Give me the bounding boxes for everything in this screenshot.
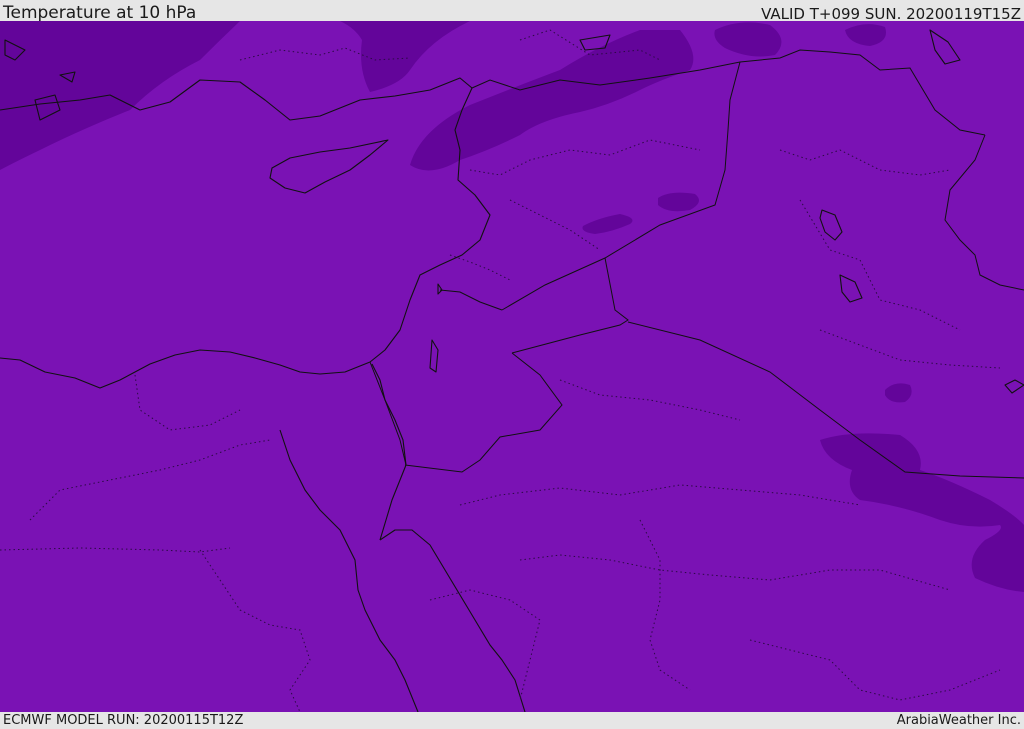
credit-label: ArabiaWeather Inc. [896, 713, 1021, 728]
weather-map-frame: Temperature at 10 hPa VALID T+099 SUN. 2… [0, 0, 1024, 729]
footer-bar: ECMWF MODEL RUN: 20200115T12Z ArabiaWeat… [0, 712, 1024, 729]
map-area [0, 21, 1024, 712]
header-bar: Temperature at 10 hPa VALID T+099 SUN. 2… [0, 0, 1024, 23]
map-canvas [0, 21, 1024, 712]
map-title: Temperature at 10 hPa [3, 3, 197, 23]
model-run-label: ECMWF MODEL RUN: 20200115T12Z [3, 713, 244, 728]
